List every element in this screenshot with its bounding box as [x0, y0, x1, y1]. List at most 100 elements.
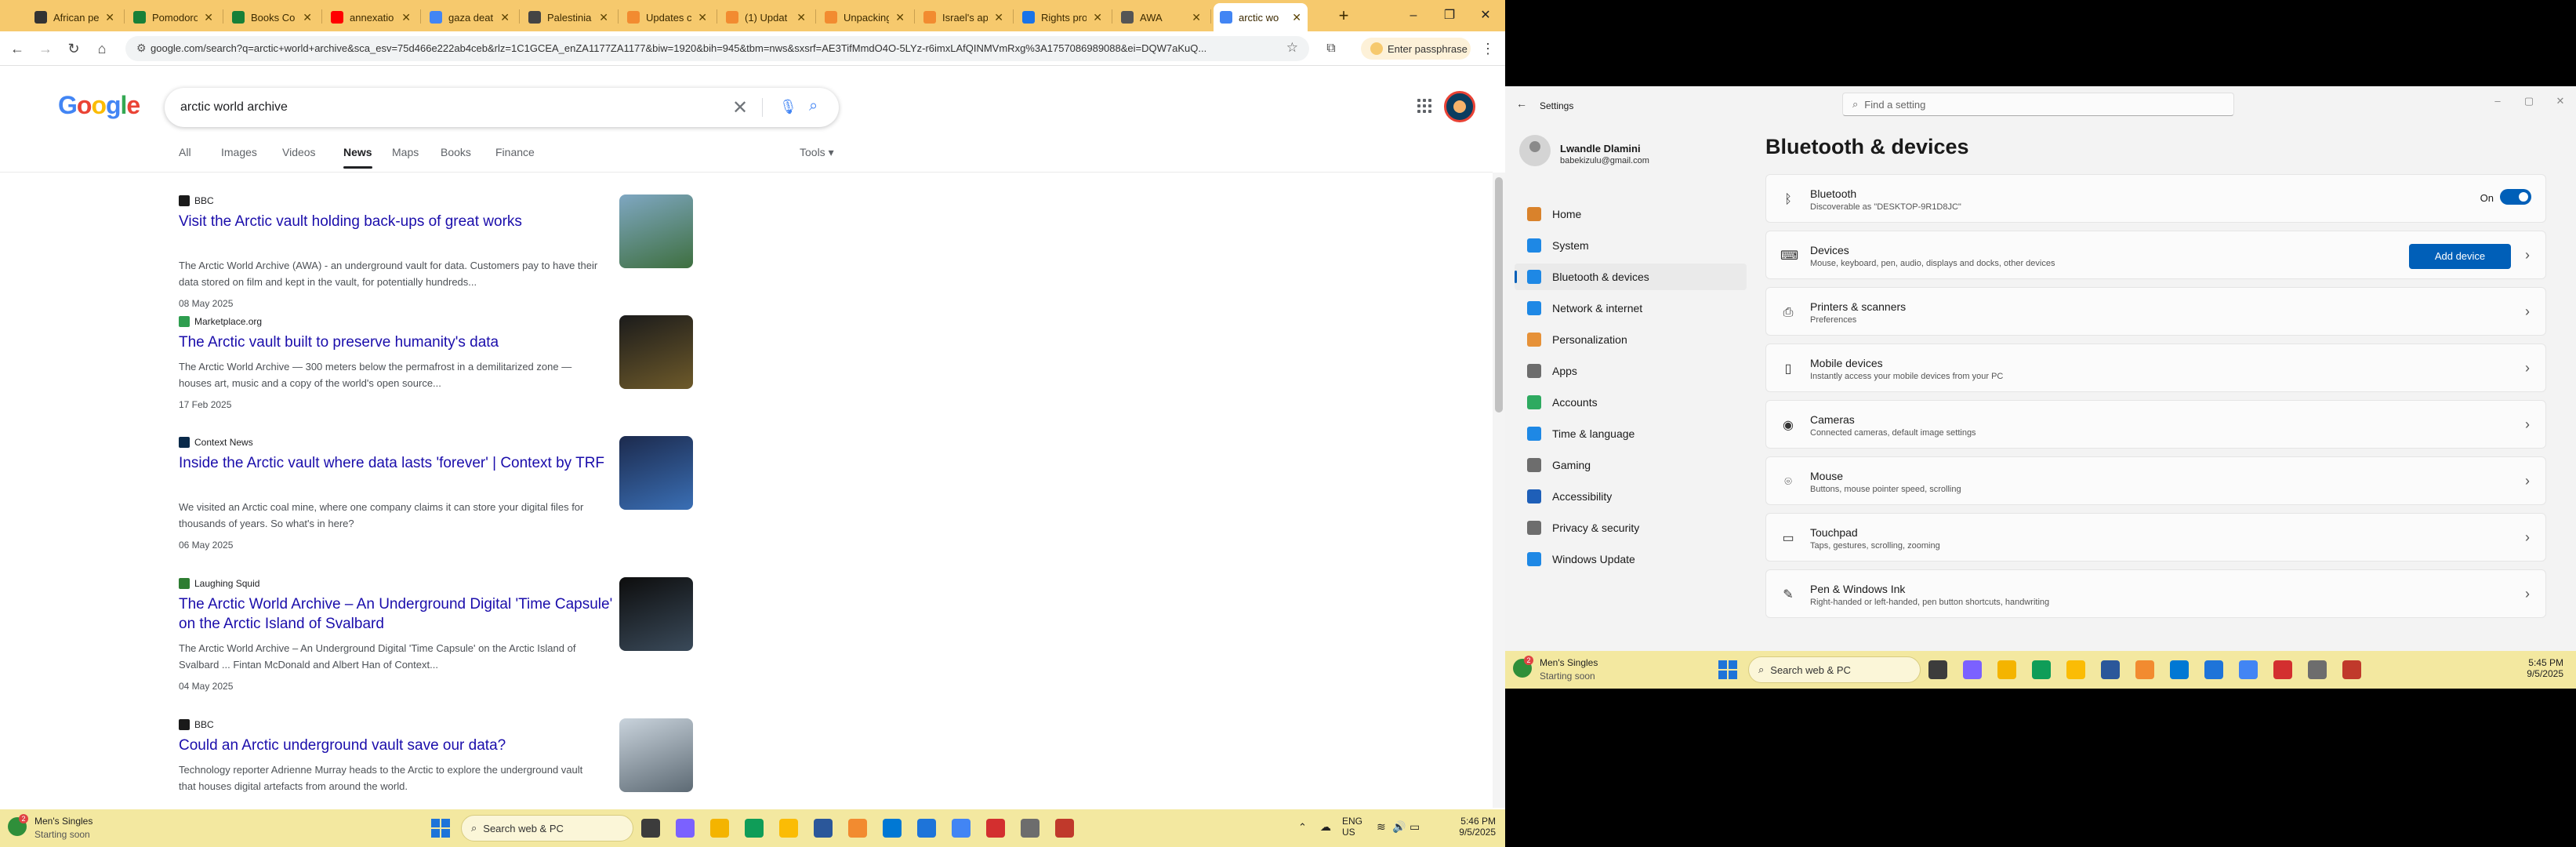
scrollbar-thumb[interactable] [1495, 177, 1503, 413]
search-tab-news[interactable]: News [343, 146, 372, 169]
tab-close-icon[interactable]: ✕ [500, 11, 510, 24]
nav-item-gaming[interactable]: Gaming [1515, 452, 1747, 478]
tab-close-icon[interactable]: ✕ [994, 11, 1003, 24]
settings-card[interactable]: ▯ Mobile devices Instantly access your mob… [1765, 344, 2546, 392]
back-arrow-icon[interactable]: ← [1516, 97, 1527, 110]
search-tab-images[interactable]: Images [221, 146, 257, 158]
taskbar-search[interactable]: ⌕ Search web & PC [461, 815, 633, 842]
tab-close-icon[interactable]: ✕ [599, 11, 608, 24]
taskbar-app-icon[interactable] [2170, 660, 2189, 679]
voice-search-icon[interactable]: 🎙 [779, 99, 797, 115]
browser-tab[interactable]: Pomodoro ✕ [127, 3, 220, 31]
volume-icon[interactable]: 🔊 [1392, 820, 1406, 834]
start-button[interactable] [1718, 660, 1737, 679]
nav-item-network-internet[interactable]: Network & internet [1515, 295, 1747, 322]
search-tab-finance[interactable]: Finance [495, 146, 535, 158]
browser-tab[interactable]: arctic wo ✕ [1214, 3, 1308, 31]
search-tab-videos[interactable]: Videos [282, 146, 316, 158]
result-thumbnail[interactable] [619, 194, 693, 268]
chevron-right-icon[interactable]: › [2525, 529, 2530, 546]
chevron-right-icon[interactable]: › [2525, 473, 2530, 489]
taskbar-app-icon[interactable] [2066, 660, 2085, 679]
result-source[interactable]: BBC [179, 194, 214, 207]
settings-card[interactable]: ✎ Pen & Windows Ink Right-handed or left-h… [1765, 569, 2546, 618]
chevron-right-icon[interactable]: › [2525, 416, 2530, 433]
google-logo[interactable]: Google [58, 91, 140, 120]
taskbar-search[interactable]: ⌕ Search web & PC [1748, 656, 1921, 683]
search-input[interactable]: arctic world archive [180, 100, 288, 115]
start-button[interactable] [431, 819, 450, 838]
settings-card[interactable]: ◉ Cameras Connected cameras, default image… [1765, 400, 2546, 449]
browser-tab[interactable]: Rights pro ✕ [1016, 3, 1108, 31]
taskbar-app-icon[interactable] [641, 819, 660, 838]
search-box[interactable]: arctic world archive ✕ 🎙 ⌕ [165, 88, 839, 127]
taskbar-app-icon[interactable] [2273, 660, 2292, 679]
tab-close-icon[interactable]: ✕ [303, 11, 312, 24]
home-icon[interactable]: ⌂ [91, 38, 113, 60]
search-icon[interactable]: ⌕ [809, 97, 818, 115]
tab-close-icon[interactable]: ✕ [105, 11, 114, 24]
account-avatar[interactable] [1444, 91, 1475, 122]
nav-item-accessibility[interactable]: Accessibility [1515, 483, 1747, 510]
nav-item-accounts[interactable]: Accounts [1515, 389, 1747, 416]
minimize-button[interactable]: – [1395, 0, 1431, 31]
onedrive-icon[interactable]: ☁ [1320, 820, 1331, 834]
chevron-right-icon[interactable]: › [2525, 360, 2530, 376]
settings-close-button[interactable]: ✕ [2545, 89, 2576, 113]
result-thumbnail[interactable] [619, 577, 693, 651]
browser-tab[interactable]: annexatio ✕ [325, 3, 417, 31]
result-source[interactable]: BBC [179, 718, 214, 731]
tab-close-icon[interactable]: ✕ [796, 11, 806, 24]
tab-close-icon[interactable]: ✕ [698, 11, 707, 24]
tab-close-icon[interactable]: ✕ [1292, 11, 1301, 24]
bookmark-star-icon[interactable]: ☆ [1286, 40, 1298, 56]
bluetooth-toggle[interactable] [2500, 189, 2531, 205]
taskbar-app-icon[interactable] [1021, 819, 1039, 838]
result-source[interactable]: Marketplace.org [179, 315, 262, 328]
reload-button[interactable]: ↻ [63, 38, 85, 60]
taskbar-app-icon[interactable] [986, 819, 1005, 838]
taskbar-app-icon[interactable] [2135, 660, 2154, 679]
result-thumbnail[interactable] [619, 718, 693, 792]
clock[interactable]: 5:46 PM 9/5/2025 [1441, 816, 1496, 838]
tab-close-icon[interactable]: ✕ [1093, 11, 1102, 24]
site-info-icon[interactable]: ⚙ [136, 42, 147, 55]
devices-card[interactable]: ⌨ Devices Mouse, keyboard, pen, audio, d… [1765, 231, 2546, 279]
taskbar-app-icon[interactable] [1963, 660, 1982, 679]
taskbar-app-icon[interactable] [848, 819, 867, 838]
settings-card[interactable]: ⌾ Mouse Buttons, mouse pointer speed, scro… [1765, 456, 2546, 505]
result-title-link[interactable]: Visit the Arctic vault holding back-ups … [179, 212, 618, 231]
forward-button[interactable]: → [34, 38, 56, 60]
wifi-icon[interactable]: ≋ [1377, 820, 1386, 834]
taskbar-app-icon[interactable] [2239, 660, 2258, 679]
taskbar-app-icon[interactable] [1928, 660, 1947, 679]
user-avatar[interactable] [1519, 135, 1551, 166]
result-thumbnail[interactable] [619, 315, 693, 389]
widgets-button[interactable]: 2 Men's Singles Starting soon [1513, 656, 1638, 684]
taskbar-app-icon[interactable] [779, 819, 798, 838]
tab-close-icon[interactable]: ✕ [1192, 11, 1201, 24]
result-title-link[interactable]: Inside the Arctic vault where data lasts… [179, 453, 618, 473]
tab-close-icon[interactable]: ✕ [895, 11, 905, 24]
search-tab-all[interactable]: All [179, 146, 191, 158]
taskbar-app-icon[interactable] [2308, 660, 2327, 679]
browser-tab[interactable]: Updates c ✕ [621, 3, 713, 31]
nav-item-bluetooth-devices[interactable]: Bluetooth & devices [1515, 264, 1747, 290]
close-window-button[interactable]: ✕ [1468, 0, 1504, 31]
browser-tab[interactable]: AWA ✕ [1115, 3, 1207, 31]
browser-menu-icon[interactable]: ⋮ [1477, 38, 1499, 60]
nav-item-home[interactable]: Home [1515, 201, 1747, 227]
clear-search-icon[interactable]: ✕ [732, 96, 748, 119]
nav-item-system[interactable]: System [1515, 232, 1747, 259]
result-source[interactable]: Laughing Squid [179, 577, 259, 590]
enter-passphrase-button[interactable]: Enter passphrase [1361, 38, 1471, 60]
browser-tab[interactable]: Palestinia ✕ [522, 3, 615, 31]
nav-item-windows-update[interactable]: Windows Update [1515, 546, 1747, 573]
address-bar[interactable]: ⚙ google.com/search?q=arctic+world+archi… [125, 36, 1309, 61]
nav-item-time-language[interactable]: Time & language [1515, 420, 1747, 447]
taskbar-app-icon[interactable] [2342, 660, 2361, 679]
browser-tab[interactable]: gaza deat ✕ [423, 3, 516, 31]
nav-item-privacy-security[interactable]: Privacy & security [1515, 514, 1747, 541]
taskbar-app-icon[interactable] [917, 819, 936, 838]
result-title-link[interactable]: Could an Arctic underground vault save o… [179, 736, 618, 755]
